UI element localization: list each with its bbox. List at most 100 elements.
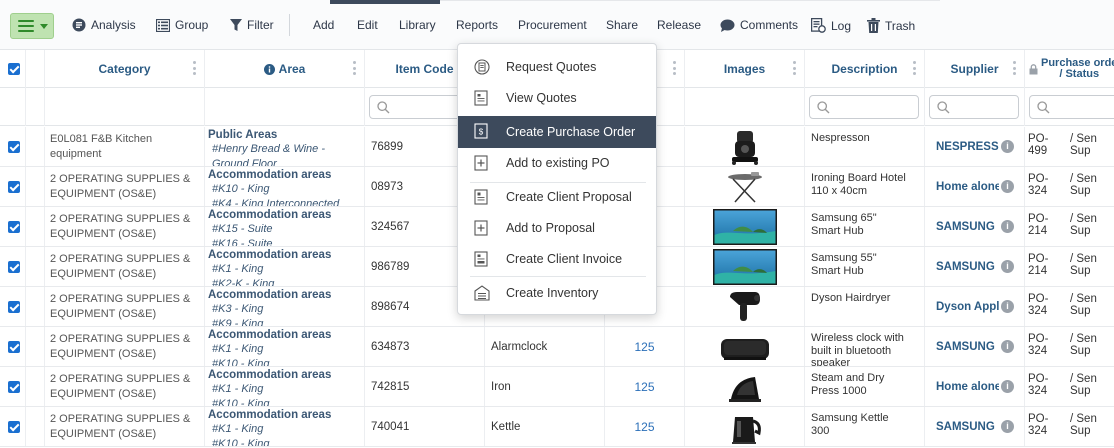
search-icon xyxy=(937,101,950,114)
release-button[interactable]: Release xyxy=(657,18,701,32)
purchase-order-search-input[interactable] xyxy=(1029,95,1114,119)
supplier-name[interactable]: Home alone xyxy=(925,167,999,206)
filter-button[interactable]: Filter xyxy=(230,18,274,32)
info-icon[interactable]: i xyxy=(1001,220,1014,233)
select-all-checkbox[interactable] xyxy=(8,63,20,75)
info-icon[interactable]: i xyxy=(1001,180,1014,193)
menu-item-create-inventory[interactable]: Create Inventory xyxy=(458,278,656,308)
table-row[interactable]: 2 OPERATING SUPPLIES & EQUIPMENT (OS&E) … xyxy=(0,407,1114,447)
hairdryer-image xyxy=(730,292,760,321)
menu-item-add-to-proposal[interactable]: Add to Proposal xyxy=(458,213,656,243)
column-menu-icon[interactable] xyxy=(1013,61,1016,75)
supplier-name[interactable]: SAMSUNG xyxy=(925,207,999,246)
edit-button[interactable]: Edit xyxy=(357,18,378,32)
info-icon[interactable]: i xyxy=(1001,140,1014,153)
column-menu-icon[interactable] xyxy=(673,61,676,75)
procurement-button[interactable]: Procurement xyxy=(518,18,587,32)
column-header-area[interactable]: Area xyxy=(205,50,365,88)
column-menu-icon[interactable] xyxy=(913,61,916,75)
log-button[interactable]: Log xyxy=(811,18,851,33)
table-row[interactable]: 2 OPERATING SUPPLIES & EQUIPMENT (OS&E) … xyxy=(0,327,1114,367)
area-room: #K1 - King xyxy=(212,263,264,275)
quantity-cell[interactable]: 125 xyxy=(605,367,685,406)
inventory-icon xyxy=(474,285,490,301)
description-search-input[interactable] xyxy=(809,95,919,119)
column-header-images[interactable]: Images xyxy=(685,50,805,88)
product-image[interactable] xyxy=(725,289,765,325)
product-image[interactable] xyxy=(725,129,765,165)
product-image[interactable] xyxy=(713,209,777,245)
menu-item-add-to-existing-po[interactable]: Add to existing PO xyxy=(458,148,656,178)
description-header-label: Description xyxy=(831,62,898,76)
info-icon[interactable]: i xyxy=(1001,300,1014,313)
reports-label: Reports xyxy=(456,18,499,32)
menu-item-label: Add to existing PO xyxy=(506,156,610,170)
supplier-name[interactable]: SAMSUNG xyxy=(925,247,999,286)
supplier-search-input[interactable] xyxy=(929,95,1019,119)
product-image[interactable] xyxy=(725,409,765,445)
filter-cell-images xyxy=(685,88,805,126)
menu-item-create-purchase-order[interactable]: $ Create Purchase Order xyxy=(458,116,656,148)
reports-button[interactable]: Reports xyxy=(456,18,498,32)
row-select-cell xyxy=(0,167,26,206)
menu-item-view-quotes[interactable]: View Quotes xyxy=(458,83,656,113)
product-image[interactable] xyxy=(725,169,765,205)
menu-item-request-quotes[interactable]: Request Quotes xyxy=(458,52,656,82)
invoice-icon xyxy=(474,251,488,267)
row-checkbox[interactable] xyxy=(8,221,20,233)
status-line: Sup xyxy=(1070,264,1091,277)
column-header-category[interactable]: Category xyxy=(45,50,205,88)
supplier-name[interactable]: NESPRESSO xyxy=(925,127,999,166)
main-menu-button[interactable] xyxy=(10,13,54,39)
row-checkbox[interactable] xyxy=(8,421,20,433)
analysis-button[interactable]: Analysis xyxy=(72,18,136,32)
add-button[interactable]: Add xyxy=(313,18,334,32)
supplier-name[interactable]: SAMSUNG xyxy=(925,327,999,366)
description-cell: Samsung Kettle 300 xyxy=(805,407,925,446)
supplier-cell: NESPRESSO i xyxy=(925,127,1025,166)
product-image[interactable] xyxy=(725,369,765,405)
row-checkbox[interactable] xyxy=(8,341,20,353)
row-checkbox[interactable] xyxy=(8,181,20,193)
ironing-board-image xyxy=(728,172,762,203)
column-header-supplier[interactable]: Supplier xyxy=(925,50,1025,88)
trash-button[interactable]: Trash xyxy=(867,18,915,33)
area-room: #K9 - King xyxy=(212,318,264,327)
quantity-cell[interactable]: 125 xyxy=(605,407,685,446)
column-menu-icon[interactable] xyxy=(193,61,196,75)
row-checkbox[interactable] xyxy=(8,301,20,313)
supplier-header-label: Supplier xyxy=(950,62,999,76)
share-button[interactable]: Share xyxy=(606,18,638,32)
column-header-purchase-order[interactable]: Purchase orde / Status xyxy=(1025,50,1114,88)
info-icon[interactable]: i xyxy=(1001,260,1014,273)
menu-item-create-client-proposal[interactable]: Create Client Proposal xyxy=(458,182,656,212)
column-header-description[interactable]: Description xyxy=(805,50,925,88)
supplier-name[interactable]: Dyson Apple xyxy=(925,287,999,326)
info-icon[interactable]: i xyxy=(1001,340,1014,353)
quantity-cell[interactable]: 125 xyxy=(605,327,685,366)
table-row[interactable]: 2 OPERATING SUPPLIES & EQUIPMENT (OS&E) … xyxy=(0,367,1114,407)
add-label: Add xyxy=(313,18,335,32)
info-icon[interactable]: i xyxy=(1001,420,1014,433)
column-menu-icon[interactable] xyxy=(793,61,796,75)
row-checkbox[interactable] xyxy=(8,381,20,393)
row-checkbox[interactable] xyxy=(8,141,20,153)
row-gutter xyxy=(26,247,45,286)
po-status: / Sen Sup xyxy=(1070,333,1097,357)
supplier-name[interactable]: Home alone xyxy=(925,367,999,406)
product-image[interactable] xyxy=(713,249,777,285)
group-button[interactable]: Group xyxy=(156,18,208,32)
column-menu-icon[interactable] xyxy=(353,61,356,75)
comments-button[interactable]: Comments xyxy=(720,18,798,32)
product-image[interactable] xyxy=(718,329,772,365)
row-checkbox[interactable] xyxy=(8,261,20,273)
supplier-name[interactable]: SAMSUNG xyxy=(925,407,999,446)
description-line: built in bluetooth xyxy=(811,344,892,357)
menu-item-create-client-invoice[interactable]: Create Client Invoice xyxy=(458,244,656,274)
library-button[interactable]: Library xyxy=(399,18,436,32)
image-cell xyxy=(685,167,805,206)
row-gutter xyxy=(26,167,45,206)
kettle-image xyxy=(732,417,761,444)
info-icon[interactable]: i xyxy=(1001,380,1014,393)
area-room: #K1 - King xyxy=(212,383,264,395)
